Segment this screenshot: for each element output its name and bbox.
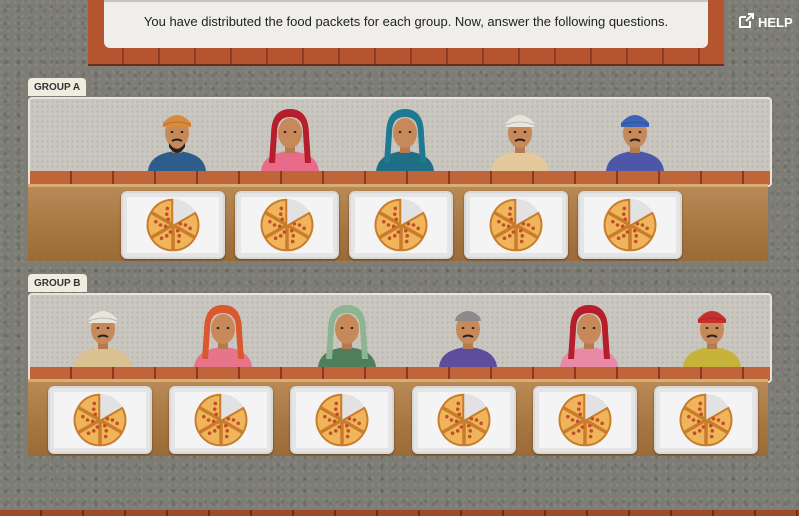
food-plate-4[interactable] — [464, 191, 568, 259]
person-1 — [142, 105, 212, 171]
external-link-icon — [737, 12, 755, 33]
food-plate-2[interactable] — [169, 386, 273, 454]
food-plate-3[interactable] — [349, 191, 453, 259]
instruction-banner-frame: You have distributed the food packets fo… — [88, 0, 724, 66]
food-plate-1[interactable] — [121, 191, 225, 259]
person-5 — [554, 301, 624, 367]
food-plate-3[interactable] — [290, 386, 394, 454]
person-5 — [600, 105, 670, 171]
bottom-brick-border — [0, 510, 799, 516]
group-b-wall — [28, 293, 772, 383]
instruction-board: You have distributed the food packets fo… — [104, 0, 708, 48]
food-plate-5[interactable] — [533, 386, 637, 454]
food-plate-5[interactable] — [578, 191, 682, 259]
group-b-tab: GROUP B — [28, 274, 87, 292]
help-label: HELP — [758, 15, 793, 30]
group-a-tab: GROUP A — [28, 78, 87, 96]
person-2 — [255, 105, 325, 171]
person-6 — [677, 301, 747, 367]
group-b-table — [28, 379, 768, 456]
brick-ledge — [30, 171, 770, 185]
instruction-text: You have distributed the food packets fo… — [143, 14, 669, 29]
group-a-wall — [28, 97, 772, 187]
person-3 — [312, 301, 382, 367]
food-plate-2[interactable] — [235, 191, 339, 259]
food-plate-6[interactable] — [654, 386, 758, 454]
person-1 — [68, 301, 138, 367]
person-3 — [370, 105, 440, 171]
group-a-table — [28, 184, 768, 261]
person-2 — [188, 301, 258, 367]
food-plate-4[interactable] — [412, 386, 516, 454]
person-4 — [433, 301, 503, 367]
help-button[interactable]: HELP — [737, 12, 793, 33]
person-4 — [485, 105, 555, 171]
food-plate-1[interactable] — [48, 386, 152, 454]
